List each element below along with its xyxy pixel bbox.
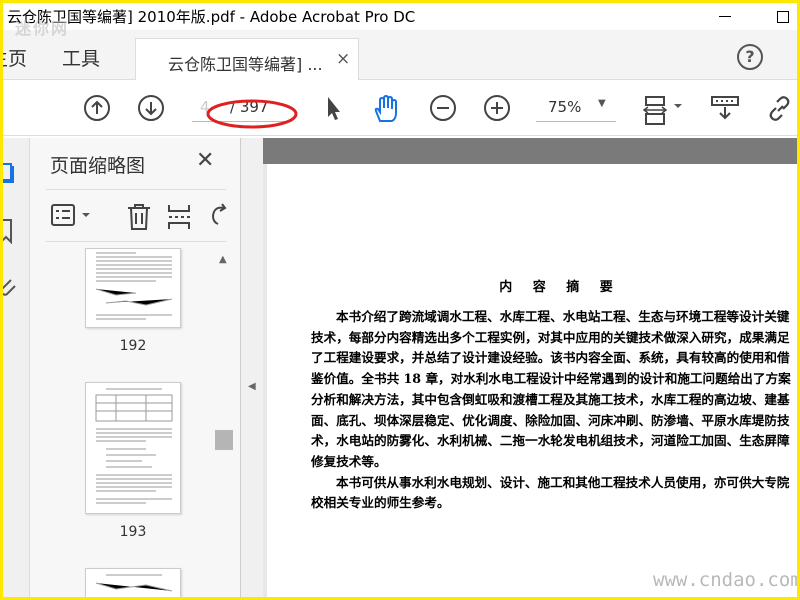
- delete-page-icon[interactable]: [125, 202, 153, 232]
- body-line: 鉴价值。全书共 18 章，对水利水电工程设计中经常遇到的设计和施工问题给出了方案: [311, 371, 791, 387]
- panel-title: 页面缩略图: [50, 155, 146, 177]
- insert-page-icon[interactable]: [166, 202, 192, 232]
- thumbnail-page-193[interactable]: [85, 382, 181, 514]
- page-preview-image: [95, 574, 173, 592]
- body-line: 了工程建设要求，并总结了设计建设经验。该书内容全面、系统，具有较高的使用和借: [311, 350, 790, 366]
- thumbnail-page-number: 193: [119, 524, 147, 540]
- body-line: 分析和解决方法，其中包含倒虹吸和渡槽工程及其施工技术，水库工程的高边坡、建基: [311, 391, 790, 407]
- body-line: 本书介绍了跨流域调水工程、水库工程、水电站工程、生态与环境工程等设计关键: [336, 309, 790, 324]
- main-toolbar: 4 / 397 75% ▼: [3, 80, 797, 136]
- page-thumbnails-panel: 页面缩略图 ✕ 192 193 ▲: [30, 138, 241, 597]
- tab-bar: 主页 工具 云仓陈卫国等编著] ... × ?: [3, 30, 797, 80]
- thumbnail-page-number: 192: [119, 338, 147, 354]
- divider: [46, 241, 226, 242]
- document-heading: 内 容 摘 要: [499, 280, 621, 295]
- zoom-level-select[interactable]: 75% ▼: [536, 94, 616, 122]
- watermark-top-left: 迷你网: [15, 19, 70, 38]
- bookmarks-icon[interactable]: [3, 218, 17, 244]
- attachments-icon[interactable]: [3, 276, 17, 298]
- thumbnail-page-192[interactable]: [85, 248, 181, 328]
- minimize-button[interactable]: [705, 3, 745, 30]
- acrobat-window: 云仓陈卫国等编著] 2010年版.pdf - Adobe Acrobat Pro…: [3, 3, 797, 597]
- thumbnail-list: 192 193: [30, 248, 230, 597]
- tab-tools[interactable]: 工具: [62, 44, 100, 71]
- document-tab-label: 云仓陈卫国等编著] ...: [168, 55, 323, 74]
- document-view[interactable]: 内 容 摘 要 本书介绍了跨流域调水工程、水库工程、水电站工程、生态与环境工程等…: [263, 138, 797, 597]
- help-icon[interactable]: ?: [737, 44, 763, 70]
- next-page-icon[interactable]: [137, 94, 165, 122]
- page-preview-image: [95, 388, 173, 504]
- tab-document[interactable]: 云仓陈卫国等编著] ... ×: [135, 38, 359, 80]
- body-line: 术，水电站的防雾化、水利机械、二拖一水轮发电机组技术，河道险工加固、生态屏障: [311, 433, 790, 449]
- zoom-in-icon[interactable]: [483, 94, 511, 122]
- page-preview-image: [95, 252, 173, 320]
- zoom-value: 75%: [548, 98, 582, 116]
- red-annotation-circle: [206, 99, 298, 129]
- title-bar: 云仓陈卫国等编著] 2010年版.pdf - Adobe Acrobat Pro…: [3, 3, 797, 30]
- thumbnail-page-194[interactable]: [85, 568, 181, 597]
- panel-splitter[interactable]: ◀: [241, 138, 263, 597]
- pdf-page: 内 容 摘 要 本书介绍了跨流域调水工程、水库工程、水电站工程、生态与环境工程等…: [267, 164, 797, 597]
- select-tool-icon[interactable]: [321, 94, 345, 122]
- maximize-button[interactable]: [763, 3, 797, 30]
- document-body: 本书介绍了跨流域调水工程、水库工程、水电站工程、生态与环境工程等设计关键 技术，…: [311, 307, 797, 514]
- watermark-bottom-right: www.cndao.com: [653, 569, 797, 591]
- left-rail: [3, 138, 30, 597]
- rotate-page-icon[interactable]: [208, 202, 230, 230]
- divider: [46, 189, 226, 190]
- page-thumbnails-icon[interactable]: [3, 160, 17, 184]
- previous-page-edge: [263, 138, 797, 164]
- scrollbar-thumb[interactable]: [215, 430, 233, 450]
- tab-home[interactable]: 主页: [3, 44, 27, 71]
- options-icon[interactable]: [50, 202, 94, 230]
- scroll-up-icon[interactable]: ▲: [219, 254, 227, 265]
- fit-page-icon[interactable]: [642, 94, 686, 126]
- body-line: 修复技术等。: [311, 453, 387, 469]
- body-line: 面、底孔、坝体深层稳定、优化调度、除险加固、河床冲刷、防渗墙、平原水库堤防技: [311, 412, 790, 428]
- thumbnail-scrollbar[interactable]: ▲: [215, 250, 235, 595]
- body-line: 本书可供从事水利水电规划、设计、施工和其他工程技术人员使用，亦可供大专院: [336, 474, 790, 490]
- zoom-out-icon[interactable]: [429, 94, 457, 122]
- hand-tool-icon[interactable]: [371, 94, 401, 124]
- close-panel-icon[interactable]: ✕: [196, 148, 214, 173]
- collapse-panel-icon[interactable]: ◀: [248, 381, 256, 392]
- previous-page-icon[interactable]: [83, 94, 111, 122]
- body-line: 技术，每部分内容精选出多个工程实例，对其中应用的关键技术做深入研究，成果满足: [311, 329, 790, 345]
- read-mode-icon[interactable]: [710, 94, 740, 122]
- link-icon[interactable]: [765, 94, 795, 124]
- chevron-down-icon: ▼: [598, 98, 606, 109]
- body-line: 校相关专业的师生参考。: [311, 495, 450, 511]
- close-tab-icon[interactable]: ×: [336, 49, 350, 69]
